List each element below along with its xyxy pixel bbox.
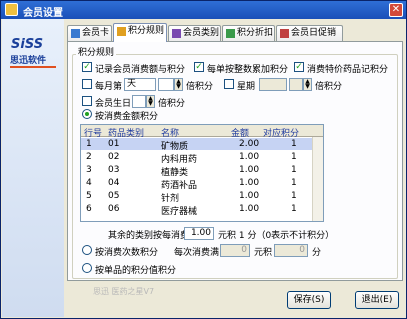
monthly-multiplier-spinner[interactable]: ▲ ▼ [174, 78, 183, 91]
count-points-input[interactable]: 0 [274, 244, 308, 257]
monthly-suffix: 倍积分 [186, 82, 214, 92]
window-title: 会员设置 [23, 8, 63, 19]
whole-number-checkbox[interactable]: ✓ [194, 62, 204, 72]
points-rules-panel: 积分规则 ✓ 记录会员消费额与积分 ✓ 每单按整数累加积分 ✓ 消费特价药品记积… [67, 41, 403, 281]
member-settings-window: 会员设置 ✕ SiSS 思迅软件 会员卡 积分规则 会员类别 积分折扣 会员日促… [0, 0, 407, 319]
tab-member-category[interactable]: 会员类别 [168, 25, 221, 41]
birthday-checkbox[interactable] [82, 96, 92, 106]
monthly-prefix: 每月第 [95, 82, 123, 92]
special-drug-label: 消费特价药品记积分 [307, 65, 389, 75]
grid-scrollbar[interactable] [312, 137, 323, 221]
by-item-label: 按单品的积分值积分 [95, 266, 177, 276]
save-button[interactable]: 保存(S) [287, 291, 331, 309]
exit-button[interactable]: 退出(E) [355, 291, 399, 309]
monthly-checkbox[interactable] [82, 79, 92, 89]
weekly-suffix: 倍积分 [315, 82, 343, 92]
tab-member-day-promo[interactable]: 会员日促销 [276, 25, 343, 41]
by-count-label: 按消费次数积分 [95, 248, 159, 258]
group-title: 积分规则 [76, 45, 117, 58]
category-points-grid[interactable]: 行号 药品类别 名称 金额 对应积分 1 01 矿物质 2.00 1 2 02 … [80, 124, 324, 222]
record-points-checkbox[interactable]: ✓ [82, 62, 92, 72]
table-row[interactable]: 4 04 药酒补品 1.00 1 [81, 177, 323, 191]
weekly-multiplier-input[interactable] [289, 78, 303, 91]
rules-icon [117, 27, 126, 36]
by-amount-radio[interactable] [82, 109, 92, 119]
table-row[interactable]: 5 05 针剂 1.00 1 [81, 190, 323, 204]
table-row[interactable]: 3 03 植静类 1.00 1 [81, 164, 323, 178]
weekly-prefix: 星期 [237, 82, 256, 92]
birthday-multiplier-input[interactable] [132, 95, 146, 108]
brand-panel: SiSS 思迅软件 [2, 19, 64, 317]
monthly-day-input[interactable]: 天 [124, 78, 156, 91]
title-bar: 会员设置 ✕ [1, 1, 406, 19]
close-button[interactable]: ✕ [389, 3, 403, 17]
count-unit-label: 元积 [254, 248, 273, 258]
weekly-multiplier-spinner[interactable]: ▲ ▼ [303, 78, 312, 91]
whole-number-label: 每单按整数累加积分 [207, 65, 289, 75]
logo-subtitle: 思迅软件 [10, 56, 47, 66]
count-threshold-input[interactable]: 0 [220, 244, 250, 257]
weekly-checkbox[interactable] [224, 79, 234, 89]
tab-points-rules[interactable]: 积分规则 [113, 23, 167, 42]
watermark: 思迅 医药之星V7 [93, 287, 155, 296]
by-amount-label: 按消费金额积分 [95, 112, 159, 122]
count-threshold-label: 每次消费满 [174, 248, 220, 258]
special-drug-checkbox[interactable]: ✓ [294, 62, 304, 72]
discount-icon [226, 29, 235, 38]
card-icon [71, 29, 80, 38]
calendar-icon [280, 29, 289, 38]
birthday-multiplier-spinner[interactable]: ▲ ▼ [146, 95, 155, 108]
monthly-multiplier-input[interactable] [158, 78, 174, 91]
app-icon [5, 3, 18, 16]
table-row[interactable]: 6 06 医疗器械 1.00 1 [81, 203, 323, 217]
table-row[interactable]: 2 02 内科用药 1.00 1 [81, 151, 323, 165]
birthday-prefix: 会员生日 [95, 99, 132, 109]
category-icon [172, 29, 181, 38]
birthday-suffix: 倍积分 [158, 99, 186, 109]
grid-header: 行号 药品类别 名称 金额 对应积分 [81, 125, 323, 139]
table-row[interactable]: 1 01 矿物质 2.00 1 [81, 138, 323, 152]
by-item-radio[interactable] [82, 263, 92, 273]
other-category-label: 其余的类别按每消费 [108, 231, 190, 241]
other-category-amount-input[interactable]: 1.00 [184, 227, 214, 240]
tab-points-discount[interactable]: 积分折扣 [222, 25, 275, 41]
other-category-unit: 元积 1 分（0表示不计积分） [218, 231, 335, 241]
tab-member-card[interactable]: 会员卡 [67, 25, 112, 41]
count-points-suffix: 分 [312, 248, 322, 258]
logo: SiSS [11, 37, 44, 52]
by-count-radio[interactable] [82, 245, 92, 255]
logo-underline [10, 66, 56, 68]
weekday-select[interactable] [259, 78, 287, 91]
record-points-label: 记录会员消费额与积分 [95, 65, 186, 75]
